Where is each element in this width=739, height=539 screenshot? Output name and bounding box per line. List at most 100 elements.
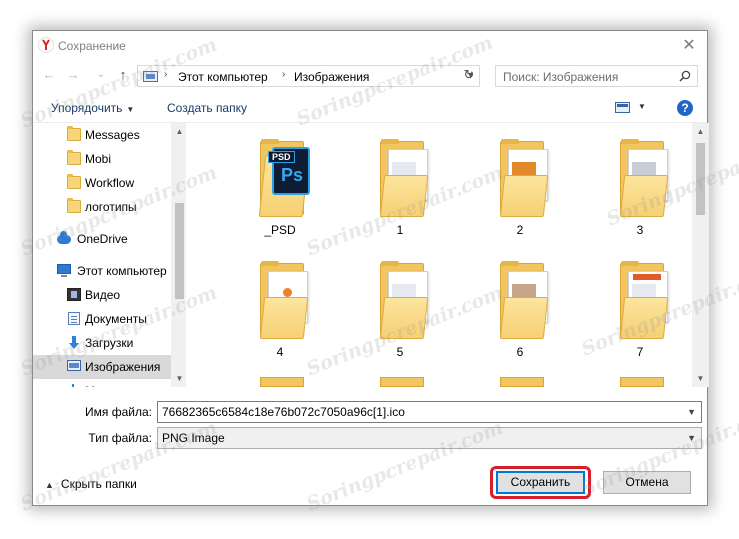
sidebar-item-music[interactable]: М <box>33 379 172 387</box>
file-item-folder-3[interactable]: 3 <box>580 131 692 253</box>
folder-icon <box>67 174 81 189</box>
file-item-folder-1[interactable]: 1 <box>340 131 460 253</box>
pictures-icon <box>67 360 81 371</box>
sidebar-item-messages[interactable]: Messages <box>33 123 172 147</box>
breadcrumb-this-pc[interactable]: Этот компьютер <box>178 70 268 84</box>
back-button[interactable]: ← <box>41 65 57 85</box>
folder-tab <box>381 139 399 144</box>
sidebar-item-documents[interactable]: Документы <box>33 307 172 331</box>
view-options-caret-icon[interactable]: ▼ <box>638 102 646 111</box>
folder-front <box>499 175 549 217</box>
sidebar-item-mobi[interactable]: Mobi <box>33 147 172 171</box>
filetype-select[interactable]: PNG Image ▼ <box>157 427 702 449</box>
sidebar-item-label: Видео <box>85 288 121 302</box>
caret-down-icon: ▼ <box>126 105 135 114</box>
organize-button[interactable]: Упорядочить ▼ <box>51 101 134 115</box>
folder-icon <box>619 139 669 217</box>
sidebar-item-pictures[interactable]: Изображения <box>33 355 172 379</box>
filename-field[interactable]: 76682365c6584c18e76b072c7050a96c[1].ico … <box>157 401 702 423</box>
file-name: 7 <box>636 345 644 359</box>
arrow-left-icon: ← <box>42 67 56 82</box>
folder-icon <box>380 377 424 387</box>
psd-badge: PSD <box>268 151 295 163</box>
file-item-folder-6[interactable]: 6 <box>460 253 580 375</box>
search-box[interactable]: Поиск: Изображения <box>495 65 698 87</box>
file-item-partial[interactable] <box>620 377 664 387</box>
file-name: _PSD <box>264 223 296 237</box>
folder-front <box>499 297 549 339</box>
sidebar-scrollbar[interactable]: ▲ ▼ <box>171 123 186 387</box>
folder-icon <box>379 261 429 339</box>
folder-icon <box>67 126 81 141</box>
up-button[interactable]: ↑ <box>115 65 131 85</box>
folder-icon <box>620 377 664 387</box>
chevron-down-icon[interactable]: ▼ <box>687 407 696 417</box>
close-icon: ✕ <box>682 37 696 54</box>
folder-icon <box>259 261 309 339</box>
filename-label: Имя файла: <box>85 405 152 419</box>
filename-value[interactable]: 76682365c6584c18e76b072c7050a96c[1].ico <box>162 405 405 419</box>
scroll-up-icon[interactable]: ▲ <box>692 123 709 140</box>
folder-icon <box>67 198 81 213</box>
file-item-folder-2[interactable]: 2 <box>460 131 580 253</box>
file-list-scrollbar[interactable]: ▲ ▼ <box>692 123 709 387</box>
file-item-folder-7[interactable]: 7 <box>580 253 692 375</box>
arrow-right-icon: → <box>66 67 80 82</box>
hide-folders-toggle[interactable]: ▲ Скрыть папки <box>45 477 137 491</box>
chevron-down-icon[interactable]: ▼ <box>687 433 696 443</box>
folder-tab <box>381 261 399 266</box>
file-item-partial[interactable] <box>380 377 424 387</box>
recent-locations-button[interactable]: ⌄ <box>93 65 109 85</box>
sidebar-item-downloads[interactable]: Загрузки <box>33 331 172 355</box>
file-item-folder-5[interactable]: 5 <box>340 253 460 375</box>
video-icon <box>67 288 81 301</box>
ps-letters: Ps <box>281 165 304 185</box>
sidebar-item-logos[interactable]: логотипы <box>33 195 172 219</box>
chevron-right-icon: › <box>164 69 168 80</box>
pictures-library-icon <box>143 71 158 82</box>
file-name: 3 <box>636 223 644 237</box>
forward-button[interactable]: → <box>65 65 81 85</box>
sidebar-item-video[interactable]: Видео <box>33 283 172 307</box>
file-item-partial[interactable] <box>260 377 304 387</box>
sidebar-item-workflow[interactable]: Workflow <box>33 171 172 195</box>
photoshop-file-icon: PSD Ps <box>268 147 310 195</box>
new-folder-button[interactable]: Создать папку <box>167 101 247 115</box>
save-button[interactable]: Сохранить <box>496 471 585 494</box>
file-item-psd[interactable]: PSD Ps _PSD <box>220 131 340 253</box>
folder-icon <box>499 261 549 339</box>
file-name: 1 <box>396 223 404 237</box>
cancel-button[interactable]: Отмена <box>603 471 691 494</box>
folder-tab <box>621 261 639 266</box>
scrollbar-thumb[interactable] <box>175 203 184 299</box>
refresh-button[interactable]: ↻ <box>461 67 477 83</box>
breadcrumb-pictures[interactable]: Изображения <box>294 70 369 84</box>
sidebar-item-this-pc[interactable]: Этот компьютер <box>33 259 172 283</box>
window-title: Сохранение <box>58 39 126 53</box>
scroll-down-icon[interactable]: ▼ <box>171 370 186 387</box>
file-item-partial[interactable] <box>500 377 544 387</box>
file-list: PSD Ps _PSD 1 2 3 4 5 6 7 <box>188 123 692 387</box>
change-view-icon[interactable] <box>615 102 630 113</box>
address-bar[interactable]: › Этот компьютер › Изображения ▼ <box>137 65 480 87</box>
folder-icon: PSD Ps <box>258 139 310 217</box>
scrollbar-thumb[interactable] <box>696 143 705 215</box>
file-name: 4 <box>276 345 284 359</box>
sidebar-item-label: Документы <box>85 312 147 326</box>
navigation-pane: Messages Mobi Workflow логотипы OneDrive… <box>33 123 186 387</box>
help-icon[interactable]: ? <box>677 100 693 116</box>
folder-icon <box>619 261 669 339</box>
scroll-down-icon[interactable]: ▼ <box>692 370 709 387</box>
downloads-icon <box>68 336 80 349</box>
sidebar-item-label: Messages <box>85 128 140 142</box>
sidebar-item-onedrive[interactable]: OneDrive <box>33 227 172 251</box>
sidebar-item-label: Mobi <box>85 152 112 166</box>
file-name: 6 <box>516 345 524 359</box>
search-input[interactable]: Поиск: Изображения <box>503 70 618 84</box>
close-button[interactable]: ✕ <box>679 36 699 56</box>
search-icon <box>679 70 691 82</box>
file-item-folder-4[interactable]: 4 <box>220 253 340 375</box>
scroll-up-icon[interactable]: ▲ <box>171 123 186 140</box>
folder-icon <box>379 139 429 217</box>
folder-tab <box>261 139 279 144</box>
